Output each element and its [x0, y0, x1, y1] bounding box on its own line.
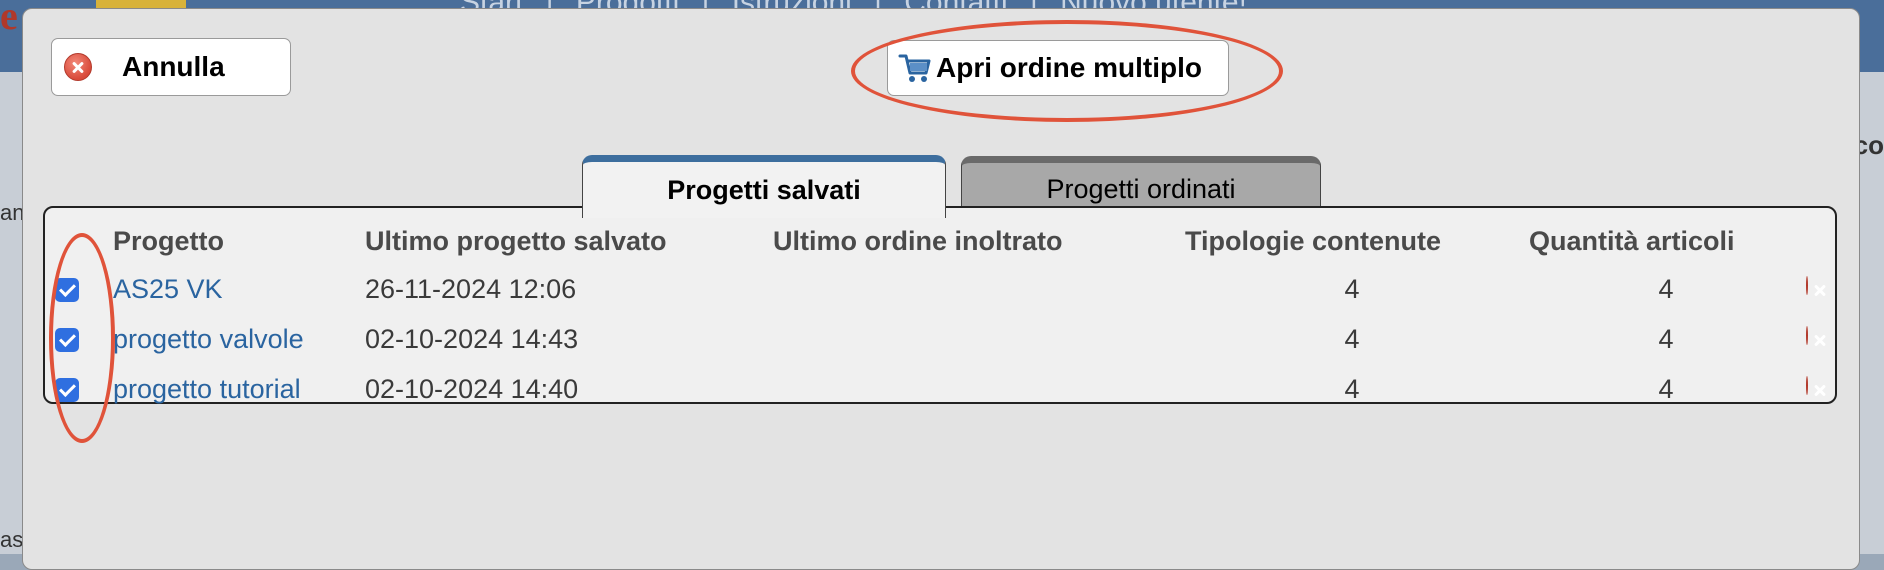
last-saved-cell: 02-10-2024 14:40 [365, 374, 579, 404]
delete-project-button[interactable] [1806, 376, 1808, 395]
open-multiple-order-label: Apri ordine multiplo [936, 52, 1202, 83]
row-select-checkbox[interactable] [55, 328, 79, 352]
projects-table: Progetto Ultimo progetto salvato Ultimo … [43, 206, 1837, 404]
table-row: progetto tutorial 02-10-2024 14:40 4 4 [45, 368, 1835, 414]
tab-label: Progetti salvati [667, 174, 861, 205]
quantity-cell: 4 [1658, 374, 1674, 404]
open-multiple-order-button[interactable]: Apri ordine multiplo [887, 40, 1229, 96]
column-header-quantity: Quantità articoli [1529, 226, 1735, 256]
row-select-checkbox[interactable] [55, 278, 79, 302]
row-select-checkbox[interactable] [55, 378, 79, 402]
table-row: progetto valvole 02-10-2024 14:43 4 4 [45, 318, 1835, 364]
background-text-fragment: as [0, 527, 24, 552]
project-name-link[interactable]: progetto tutorial [113, 374, 301, 405]
last-saved-cell: 02-10-2024 14:43 [365, 324, 579, 354]
delete-icon [1806, 326, 1808, 345]
types-count-cell: 4 [1344, 374, 1360, 404]
cancel-button-label: Annulla [122, 51, 225, 82]
tab-saved-projects[interactable]: Progetti salvati [582, 155, 946, 218]
cancel-button[interactable]: Annulla [51, 38, 291, 96]
types-count-cell: 4 [1344, 324, 1360, 354]
delete-icon [1806, 376, 1808, 395]
types-count-cell: 4 [1344, 274, 1360, 304]
background-right-edge: co [1854, 72, 1884, 554]
close-circle-icon [64, 53, 92, 81]
quantity-cell: 4 [1658, 274, 1674, 304]
last-saved-cell: 26-11-2024 12:06 [365, 274, 577, 304]
background-left-edge: ant as [0, 72, 31, 554]
project-name-link[interactable]: AS25 VK [113, 274, 223, 305]
table-row: AS25 VK 26-11-2024 12:06 4 4 [45, 268, 1835, 314]
column-header-project: Progetto [113, 226, 224, 256]
column-header-last-order: Ultimo ordine inoltrato [773, 226, 1063, 256]
delete-icon [1806, 276, 1808, 295]
saved-projects-dialog: Annulla Apri ordine multiplo Progetti sa… [22, 8, 1860, 570]
quantity-cell: 4 [1658, 324, 1674, 354]
column-header-types: Tipologie contenute [1185, 226, 1441, 256]
delete-project-button[interactable] [1806, 276, 1808, 295]
tab-label: Progetti ordinati [1046, 174, 1236, 204]
column-header-last-saved: Ultimo progetto salvato [365, 226, 667, 256]
background-logo-fragment: e [0, 0, 18, 38]
delete-project-button[interactable] [1806, 326, 1808, 345]
shopping-cart-icon [898, 54, 931, 82]
project-name-link[interactable]: progetto valvole [113, 324, 304, 355]
